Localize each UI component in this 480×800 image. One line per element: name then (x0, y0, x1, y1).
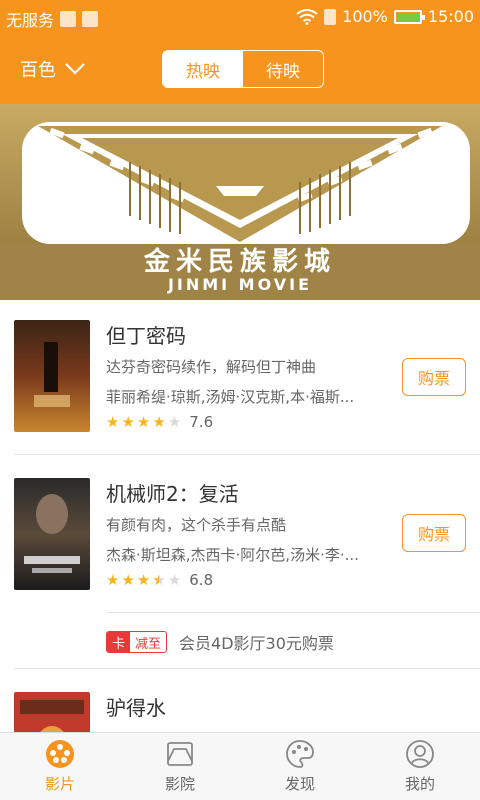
star-half-icon: ★ (152, 571, 165, 589)
rating-stars: ★ ★ ★ ★ ★ 7.6 (106, 413, 213, 431)
user-icon (406, 740, 434, 768)
rating-score: 7.6 (189, 413, 214, 431)
buy-ticket-button[interactable]: 购票 (402, 514, 466, 552)
tab-label: 发现 (284, 775, 315, 793)
tab-profile[interactable]: 我的 (360, 733, 480, 800)
buy-ticket-button[interactable]: 购票 (402, 358, 466, 396)
city-selector[interactable]: 百色 (20, 56, 86, 82)
cinema-icon (167, 742, 193, 766)
star-icon: ★ (152, 413, 166, 431)
tab-now-showing[interactable]: 热映 (163, 51, 243, 87)
star-icon: ★ (106, 571, 120, 589)
discount-tag: 减至 (135, 636, 162, 652)
divider (14, 454, 480, 455)
movie-cast: 杰森·斯坦森,杰西卡·阿尔芭,汤米·李·... (106, 546, 359, 564)
palette-icon (286, 740, 314, 768)
tab-movies[interactable]: 影片 (0, 733, 120, 800)
status-bar: 无服务 100% 15:00 (0, 0, 480, 34)
battery-icon (393, 9, 425, 24)
bottom-tab-bar: 影片 影院 发现 我的 (0, 732, 480, 800)
tab-cinemas[interactable]: 影院 (120, 733, 240, 800)
star-empty-icon: ★ (167, 413, 182, 431)
app-header: 百色 热映 待映 (0, 34, 480, 104)
tab-discover[interactable]: 发现 (240, 733, 360, 800)
movie-cast: 菲丽希缇·琼斯,汤姆·汉克斯,本·福斯... (106, 388, 355, 406)
chevron-down-icon (65, 63, 85, 75)
movie-poster (14, 478, 90, 590)
divider (14, 668, 480, 669)
movie-poster (14, 320, 90, 432)
tab-label: 影院 (164, 775, 195, 793)
carrier-label: 无服务 (6, 11, 55, 30)
wifi-icon (296, 8, 318, 25)
clock: 15:00 (427, 7, 474, 26)
movie-poster (14, 692, 90, 732)
banner-title-cn: 金米民族影城 (143, 246, 336, 277)
movie-item[interactable]: 驴得水 (0, 672, 480, 732)
movie-title: 机械师2：复活 (106, 482, 239, 506)
rating-score: 6.8 (189, 571, 214, 589)
promo-row[interactable]: 卡 减至 会员4D影厅30元购票 (106, 630, 334, 654)
cinema-logo-image: 金米民族影城 JINMI MOVIE (0, 104, 480, 300)
movie-description: 达芬奇密码续作，解码但丁神曲 (106, 358, 317, 376)
promo-text: 会员4D影厅30元购票 (179, 634, 334, 653)
tab-coming-soon[interactable]: 待映 (243, 51, 323, 87)
divider (106, 612, 480, 613)
battery-percent: 100% (342, 7, 388, 26)
star-icon: ★ (136, 571, 151, 589)
star-icon: ★ (136, 413, 151, 431)
promo-tag: 卡 减至 (106, 631, 168, 653)
star-icon: ★ (121, 413, 135, 431)
tab-label: 我的 (404, 775, 435, 793)
movie-item[interactable]: 但丁密码 达芬奇密码续作，解码但丁神曲 菲丽希缇·琼斯,汤姆·汉克斯,本·福斯.… (0, 300, 480, 460)
city-label: 百色 (20, 60, 56, 81)
usb-icon (82, 11, 99, 27)
movie-title: 但丁密码 (106, 324, 186, 348)
movie-description: 有颜有肉，这个杀手有点酷 (106, 516, 287, 534)
banner-title-en: JINMI MOVIE (167, 275, 312, 294)
cinema-banner[interactable]: 金米民族影城 JINMI MOVIE (0, 104, 480, 300)
showing-segment-control: 热映 待映 (162, 50, 324, 88)
movie-title: 驴得水 (106, 696, 166, 720)
film-reel-icon (46, 740, 74, 768)
sim-icon (324, 8, 337, 25)
tab-label: 影片 (44, 775, 75, 793)
image-icon (60, 11, 77, 27)
star-empty-icon: ★ (167, 571, 182, 589)
movie-item[interactable]: 机械师2：复活 有颜有肉，这个杀手有点酷 杰森·斯坦森,杰西卡·阿尔芭,汤米·李… (0, 458, 480, 618)
rating-stars: ★ ★ ★ ★ ★ 6.8 (106, 571, 213, 589)
star-icon: ★ (106, 413, 120, 431)
card-tag: 卡 (107, 632, 131, 652)
star-icon: ★ (121, 571, 135, 589)
